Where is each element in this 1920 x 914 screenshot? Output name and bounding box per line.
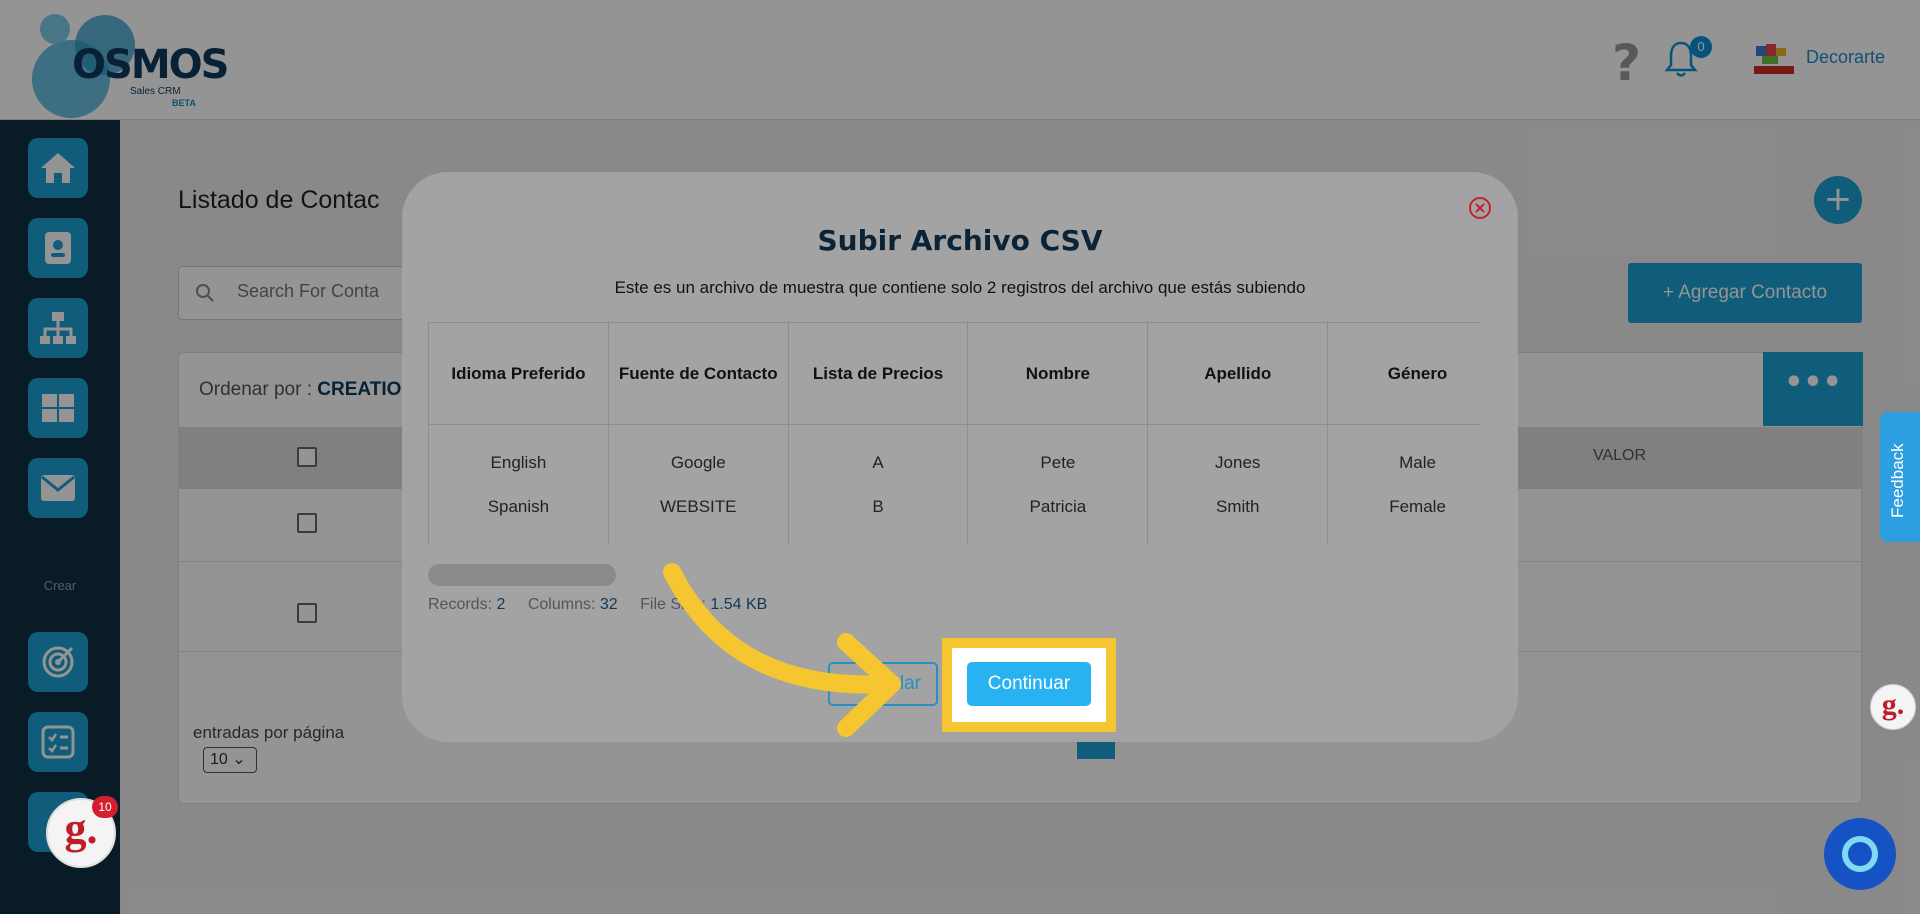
csv-cell: Female <box>1327 486 1480 544</box>
continue-button[interactable]: Continuar <box>967 662 1091 706</box>
csv-column-header: Idioma Preferido <box>428 322 609 425</box>
csv-cell: Pete <box>967 424 1149 487</box>
modal-title: Subir Archivo CSV <box>817 224 1103 257</box>
table-horizontal-scrollbar[interactable] <box>428 564 616 586</box>
csv-preview-table[interactable]: Idioma Preferido Fuente de Contacto List… <box>428 322 1480 544</box>
csv-cell: A <box>787 424 969 487</box>
records-label: Records: <box>428 596 493 613</box>
columns-value: 32 <box>599 596 618 613</box>
csv-column-header: Lista de Precios <box>787 322 969 425</box>
records-value: 2 <box>496 596 506 613</box>
csv-cell: Jones <box>1147 424 1329 487</box>
filesize-value: 1.54 KB <box>710 596 768 613</box>
csv-cell: B <box>787 486 969 544</box>
filesize-label: File Size: <box>640 596 706 613</box>
feedback-tab[interactable]: Feedback <box>1880 412 1920 542</box>
modal-description: Este es un archivo de muestra que contie… <box>614 278 1306 297</box>
csv-column-header: Fuente de Contacto <box>607 322 789 425</box>
csv-cell: Spanish <box>428 486 609 544</box>
csv-column-header: Género <box>1327 322 1480 425</box>
g-widget-badge: 10 <box>92 796 118 818</box>
csv-header-row: Idioma Preferido Fuente de Contacto List… <box>428 322 1480 425</box>
csv-cell: Patricia <box>967 486 1149 544</box>
csv-cell: English <box>428 424 609 487</box>
feedback-label: Feedback <box>1888 443 1907 518</box>
csv-row: English Google A Pete Jones Male <box>428 424 1480 487</box>
cancel-button[interactable]: Cancelar <box>828 662 938 706</box>
csv-cell: WEBSITE <box>607 486 789 544</box>
csv-column-header: Apellido <box>1147 322 1329 425</box>
columns-label: Columns: <box>527 596 596 613</box>
file-info: Records: 2 Columns: 32 File Size: 1.54 K… <box>428 596 785 614</box>
csv-cell: Google <box>607 424 789 487</box>
chat-launcher-button[interactable] <box>1824 818 1896 890</box>
g-widget-side[interactable]: g. <box>1870 684 1916 730</box>
csv-cell: Male <box>1327 424 1480 487</box>
chat-icon <box>1842 836 1878 872</box>
csv-column-header: Nombre <box>967 322 1149 425</box>
close-icon[interactable] <box>1468 196 1492 220</box>
csv-cell: Smith <box>1147 486 1329 544</box>
csv-row: Spanish WEBSITE B Patricia Smith Female <box>428 486 1480 544</box>
